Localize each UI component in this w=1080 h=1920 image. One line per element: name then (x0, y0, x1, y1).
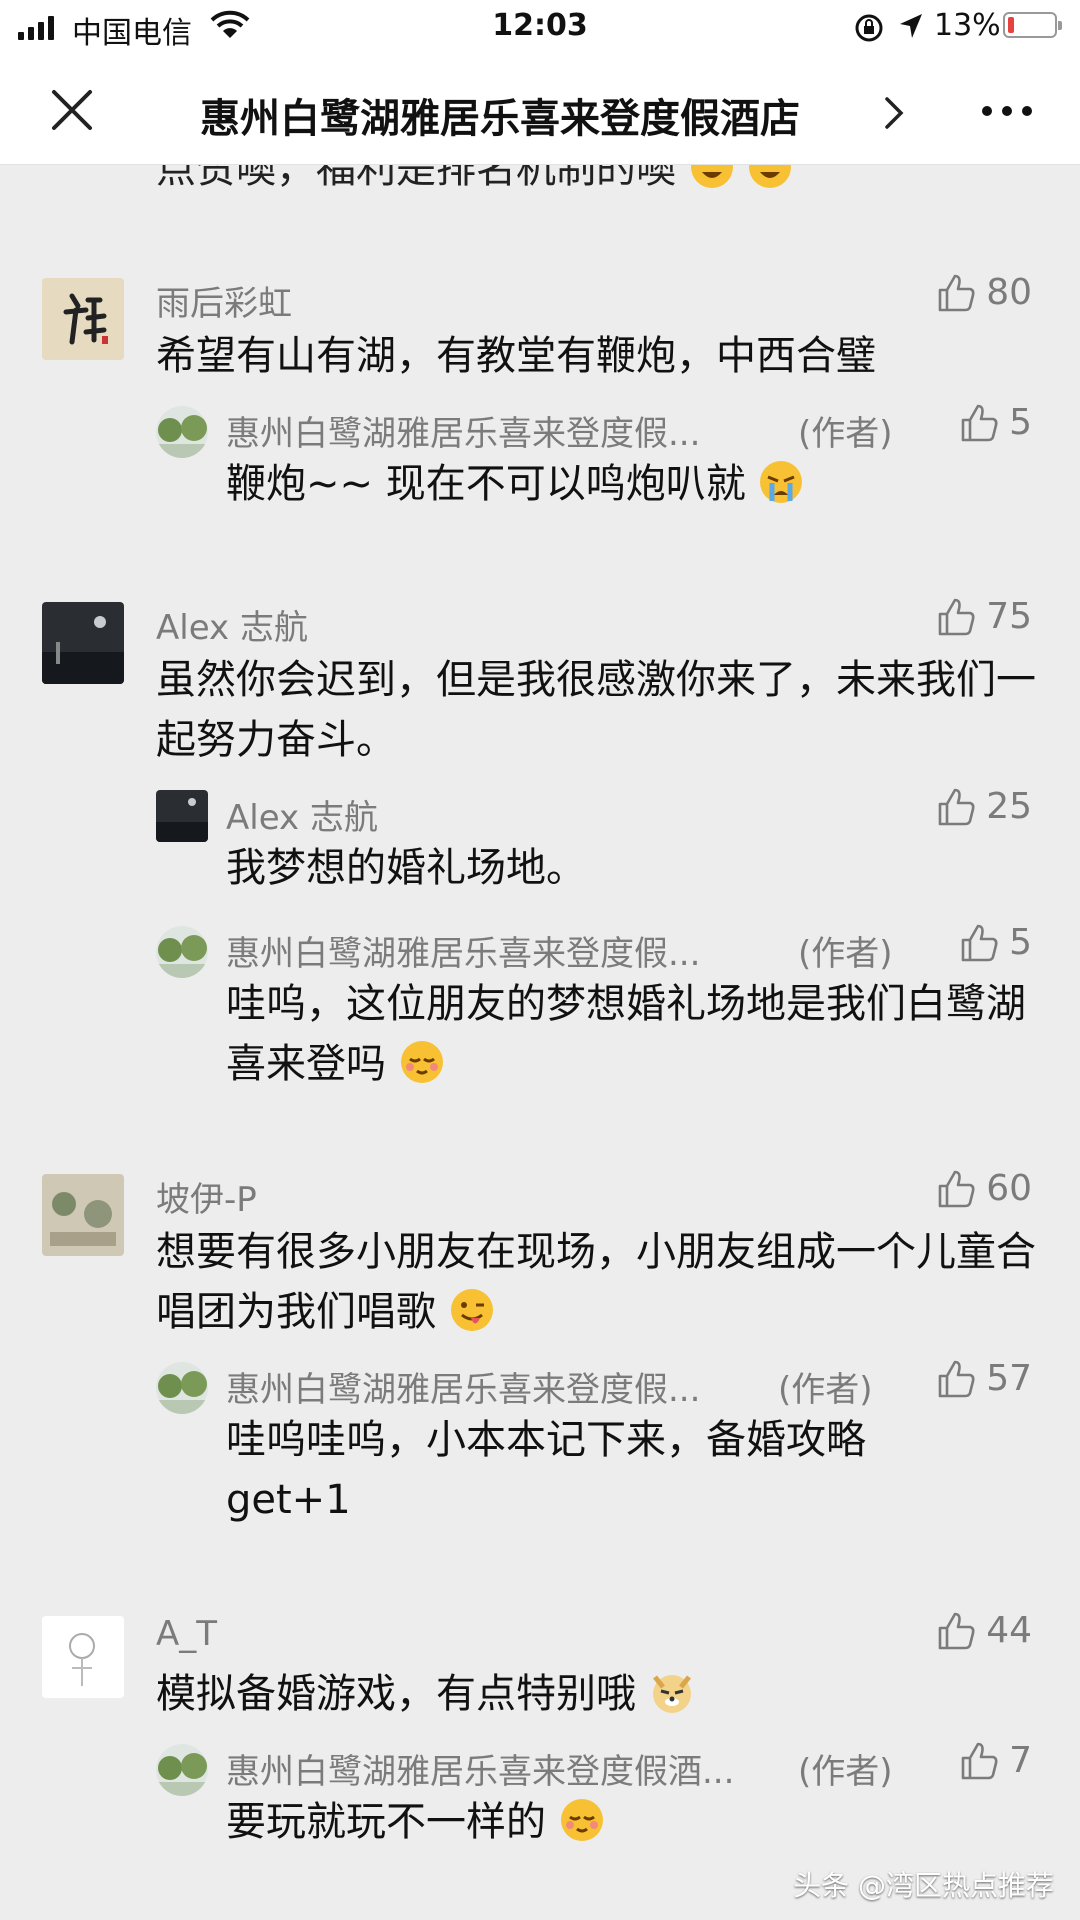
like-button[interactable]: 5 (959, 922, 1032, 963)
thumbs-up-icon (961, 924, 998, 961)
battery-percent: 13% (934, 8, 1001, 43)
shy-smile-emoji-icon (560, 1799, 603, 1841)
author-avatar[interactable] (156, 406, 208, 458)
comment-author[interactable]: 坡伊-P (156, 1172, 257, 1221)
status-bar: 中国电信 12:03 13% (0, 0, 1080, 56)
like-count: 44 (986, 1610, 1032, 1651)
reply-text: 鞭炮~~ 现在不可以鸣炮叭就 (226, 454, 1036, 514)
like-count: 25 (986, 786, 1032, 827)
avatar[interactable] (42, 1616, 124, 1698)
reply-text: 要玩就玩不一样的 (226, 1792, 1036, 1852)
author-tag: (作者) (778, 1370, 873, 1410)
thumbs-up-icon (938, 1360, 975, 1397)
reply-text: 哇呜，这位朋友的梦想婚礼场地是我们白鹭湖喜来登吗 (226, 981, 1026, 1087)
doge-emoji-icon (652, 1675, 691, 1713)
like-button[interactable]: 80 (936, 272, 1032, 313)
comment-author[interactable]: A_T (156, 1614, 217, 1654)
comment-author[interactable]: Alex 志航 (156, 600, 308, 649)
shy-smile-emoji-icon (400, 1041, 443, 1083)
like-button[interactable]: 60 (936, 1168, 1032, 1209)
like-count: 75 (986, 596, 1032, 637)
reply-author[interactable]: 惠州白鹭湖雅居乐喜来登度假酒... (226, 1744, 796, 1793)
author-avatar[interactable] (156, 1744, 208, 1796)
calligraphy-avatar-icon (42, 278, 124, 360)
reply-author[interactable]: 惠州白鹭湖雅居乐喜来登度假... (226, 926, 756, 975)
night-sea-avatar-icon (42, 602, 124, 684)
like-button[interactable]: 25 (936, 786, 1032, 827)
avatar[interactable] (42, 602, 124, 684)
like-button[interactable]: 57 (936, 1358, 1032, 1399)
comment-author[interactable]: 雨后彩虹 (156, 276, 292, 325)
reply-text: 哇呜哇呜，小本本记下来，备婚攻略get+1 (226, 1417, 866, 1523)
like-count: 80 (986, 272, 1032, 313)
reply-avatar[interactable] (156, 790, 208, 842)
reply-author[interactable]: 惠州白鹭湖雅居乐喜来登度假... (226, 406, 756, 455)
thumbs-up-icon (938, 1612, 975, 1649)
thumbs-up-icon (938, 788, 975, 825)
like-count: 5 (1009, 922, 1032, 963)
thumbs-up-icon (938, 274, 975, 311)
comment-text: 虽然你会迟到，但是我很感激你来了，未来我们一起努力奋斗。 (156, 657, 1036, 763)
author-tag: (作者) (798, 1752, 893, 1792)
reply-text: 我梦想的婚礼场地。 (226, 845, 586, 891)
painting-avatar-icon (42, 1174, 124, 1256)
close-icon[interactable] (50, 88, 94, 132)
avatar[interactable] (42, 1174, 124, 1256)
comment-text: 想要有很多小朋友在现场，小朋友组成一个儿童合唱团为我们唱歌 (156, 1229, 1036, 1335)
like-count: 60 (986, 1168, 1032, 1209)
like-count: 7 (1009, 1740, 1032, 1781)
like-button[interactable]: 75 (936, 596, 1032, 637)
reply-author[interactable]: Alex 志航 (226, 790, 756, 839)
like-button[interactable]: 5 (959, 402, 1032, 443)
thumbs-up-icon (938, 1170, 975, 1207)
location-arrow-icon (900, 14, 922, 38)
nav-bar: 惠州白鹭湖雅居乐喜来登度假酒店 (0, 56, 1080, 165)
battery-icon (1003, 12, 1062, 38)
author-tag: (作者) (798, 414, 893, 454)
comment-text: 希望有山有湖，有教堂有鞭炮，中西合璧 (156, 333, 876, 379)
reply-author[interactable]: 惠州白鹭湖雅居乐喜来登度假... (226, 1362, 756, 1411)
author-tag: (作者) (798, 934, 893, 974)
wink-tongue-emoji-icon (450, 1289, 493, 1331)
crying-emoji-icon (760, 461, 803, 503)
chevron-right-icon[interactable] (884, 96, 904, 130)
thumbs-up-icon (961, 1742, 998, 1779)
more-options-button[interactable] (982, 106, 1032, 116)
like-count: 5 (1009, 402, 1032, 443)
author-avatar[interactable] (156, 1362, 208, 1414)
author-avatar[interactable] (156, 926, 208, 978)
page-title[interactable]: 惠州白鹭湖雅居乐喜来登度假酒店 (200, 86, 800, 144)
sketch-avatar-icon (42, 1616, 124, 1698)
like-button[interactable]: 7 (959, 1740, 1032, 1781)
thumbs-up-icon (938, 598, 975, 635)
thumbs-up-icon (961, 404, 998, 441)
like-count: 57 (986, 1358, 1032, 1399)
watermark: 头条 @湾区热点推荐 (793, 1869, 1054, 1902)
rotation-lock-icon (855, 14, 883, 42)
comment-text: 模拟备婚游戏，有点特别哦 (156, 1664, 1036, 1724)
like-button[interactable]: 44 (936, 1610, 1032, 1651)
avatar[interactable] (42, 278, 124, 360)
